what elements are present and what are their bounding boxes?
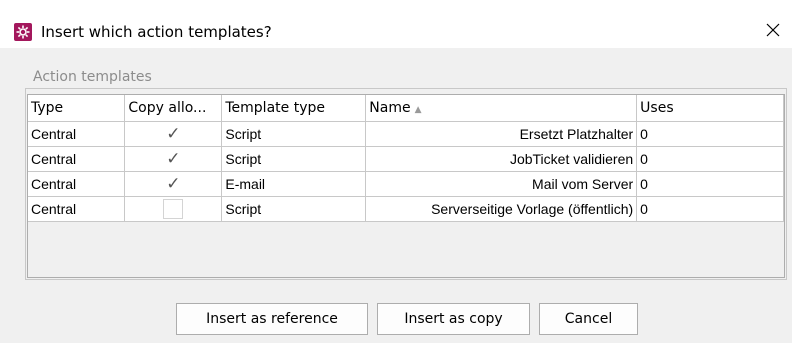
cell-uses: 0 <box>636 121 784 147</box>
insert-as-copy-label: Insert as copy <box>404 311 503 327</box>
column-header-name[interactable]: Name ▲ <box>365 95 638 122</box>
checkmark-icon[interactable]: ✓ <box>163 174 183 194</box>
cell-name: Ersetzt Platzhalter <box>365 121 638 147</box>
insert-as-reference-button[interactable]: Insert as reference <box>176 303 368 335</box>
cell-copy-allowed[interactable]: ✓ <box>124 121 223 147</box>
cell-uses: 0 <box>636 146 784 172</box>
templates-table: Type Copy allo... Template type Name ▲ Us… <box>28 95 784 222</box>
gear-icon <box>14 23 32 41</box>
insert-as-copy-button[interactable]: Insert as copy <box>377 303 530 335</box>
column-header-uses[interactable]: Uses <box>636 95 784 122</box>
cell-template-type: E-mail <box>221 171 367 197</box>
cell-name: Mail vom Server <box>365 171 638 197</box>
checkmark-icon[interactable]: ✓ <box>163 149 183 169</box>
cell-name: JobTicket validieren <box>365 146 638 172</box>
column-header-copy-allowed[interactable]: Copy allo... <box>124 95 223 122</box>
column-header-name-label: Name <box>369 100 411 116</box>
sort-ascending-icon: ▲ <box>414 105 422 115</box>
cell-copy-allowed[interactable]: ✓ <box>124 146 223 172</box>
checkmark-icon[interactable]: ✓ <box>163 124 183 144</box>
cancel-label: Cancel <box>564 311 613 327</box>
cell-type: Central <box>28 196 126 222</box>
cell-template-type: Script <box>221 196 367 222</box>
table-row[interactable]: Central ✓ Script Ersetzt Platzhalter 0 <box>28 121 784 147</box>
cell-type: Central <box>28 171 126 197</box>
column-header-type[interactable]: Type <box>28 95 126 122</box>
table-row[interactable]: Central ✓ E-mail Mail vom Server 0 <box>28 171 784 197</box>
cell-template-type: Script <box>221 121 367 147</box>
close-button[interactable] <box>752 12 792 48</box>
title-bar: Insert which action templates? <box>0 0 792 48</box>
cell-copy-allowed[interactable] <box>124 196 223 222</box>
table-row[interactable]: Central Script Serverseitige Vorlage (öf… <box>28 196 784 222</box>
cell-name: Serverseitige Vorlage (öffentlich) <box>365 196 638 222</box>
column-header-template-type[interactable]: Template type <box>221 95 367 122</box>
table-header-row: Type Copy allo... Template type Name ▲ Us… <box>28 95 784 122</box>
cell-uses: 0 <box>636 171 784 197</box>
cell-uses: 0 <box>636 196 784 222</box>
cell-copy-allowed[interactable]: ✓ <box>124 171 223 197</box>
cancel-button[interactable]: Cancel <box>539 303 638 335</box>
group-label: Action templates <box>33 69 152 85</box>
table-row[interactable]: Central ✓ Script JobTicket validieren 0 <box>28 146 784 172</box>
checkbox-unchecked[interactable] <box>163 199 184 219</box>
cell-type: Central <box>28 146 126 172</box>
insert-as-reference-label: Insert as reference <box>206 311 338 327</box>
cell-template-type: Script <box>221 146 367 172</box>
window-title: Insert which action templates? <box>41 23 272 41</box>
templates-table-container: Type Copy allo... Template type Name ▲ Us… <box>27 94 785 278</box>
close-icon <box>766 23 780 37</box>
cell-type: Central <box>28 121 126 147</box>
